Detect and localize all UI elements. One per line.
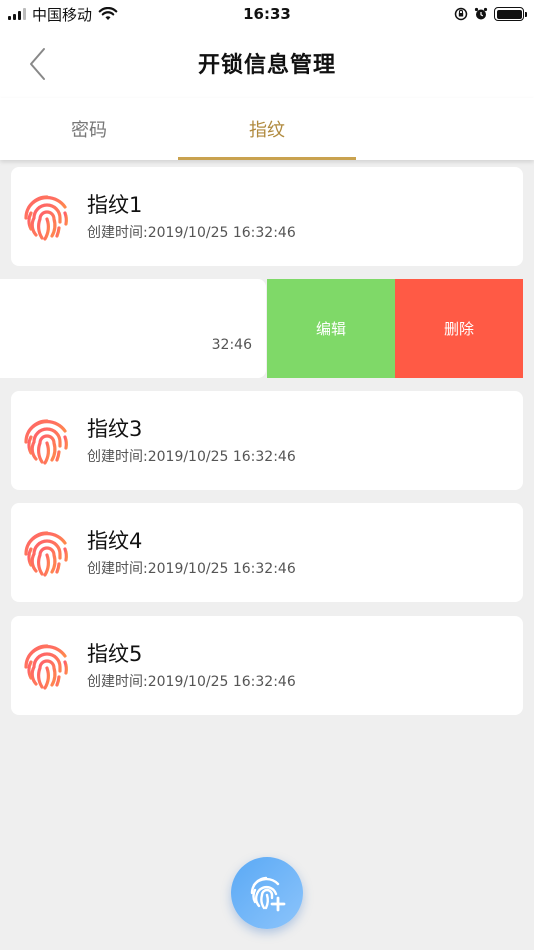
signal-icon	[8, 8, 26, 20]
fingerprint-card-3[interactable]: 指纹3 创建时间:2019/10/25 16:32:46	[11, 391, 523, 490]
card-text: 指纹4 创建时间:2019/10/25 16:32:46	[87, 528, 296, 578]
fingerprint-icon	[24, 418, 68, 465]
carrier-label: 中国移动	[32, 5, 93, 24]
add-fingerprint-button[interactable]	[231, 857, 303, 929]
wifi-icon	[98, 7, 118, 20]
fingerprint-icon	[24, 530, 68, 577]
fingerprint-card-1[interactable]: 指纹1 创建时间:2019/10/25 16:32:46	[11, 167, 523, 266]
fingerprint-name: 指纹4	[87, 528, 143, 553]
created-time: 创建时间:2019/10/25 16:32:46	[87, 448, 296, 465]
chevron-left-icon	[30, 48, 45, 80]
created-time: 创建时间:2019/10/25 16:32:46	[87, 560, 296, 577]
orientation-lock-icon	[454, 7, 468, 21]
created-time: 创建时间:2019/10/25 16:32:46	[87, 673, 296, 690]
card-text: 指纹3 创建时间:2019/10/25 16:32:46	[87, 416, 296, 466]
status-bar: 中国移动 16:33	[0, 0, 534, 28]
fingerprint-name: 指纹1	[87, 192, 143, 217]
fingerprint-card-5[interactable]: 指纹5 创建时间:2019/10/25 16:32:46	[11, 616, 523, 715]
fingerprint-icon	[24, 643, 68, 690]
fingerprint-card-2[interactable]: 32:46	[0, 279, 266, 378]
fingerprint-card-2-swiped: 32:46 编辑 删除	[0, 279, 534, 378]
card-text: 指纹5 创建时间:2019/10/25 16:32:46	[87, 641, 296, 691]
fingerprint-name: 指纹5	[87, 641, 143, 666]
created-time: 32:46	[211, 337, 252, 353]
fingerprint-icon	[24, 194, 68, 241]
status-left: 中国移动	[8, 4, 118, 25]
add-fingerprint-icon	[250, 876, 286, 912]
card-text: 指纹1 创建时间:2019/10/25 16:32:46	[87, 192, 296, 242]
status-right	[454, 7, 527, 21]
edit-button[interactable]: 编辑	[267, 279, 395, 378]
tab-password[interactable]: 密码	[0, 98, 178, 160]
delete-button[interactable]: 删除	[395, 279, 523, 378]
created-time: 创建时间:2019/10/25 16:32:46	[87, 224, 296, 241]
battery-icon	[494, 7, 527, 21]
tab-bar: 密码 指纹	[0, 98, 534, 160]
alarm-icon	[474, 7, 488, 20]
status-time: 16:33	[243, 5, 291, 23]
fingerprint-card-4[interactable]: 指纹4 创建时间:2019/10/25 16:32:46	[11, 503, 523, 602]
tab-fingerprint[interactable]: 指纹	[178, 98, 356, 160]
page-title: 开锁信息管理	[197, 53, 336, 78]
fingerprint-name: 指纹3	[87, 416, 143, 441]
back-button[interactable]	[20, 44, 54, 84]
nav-bar: 开锁信息管理	[0, 28, 534, 98]
